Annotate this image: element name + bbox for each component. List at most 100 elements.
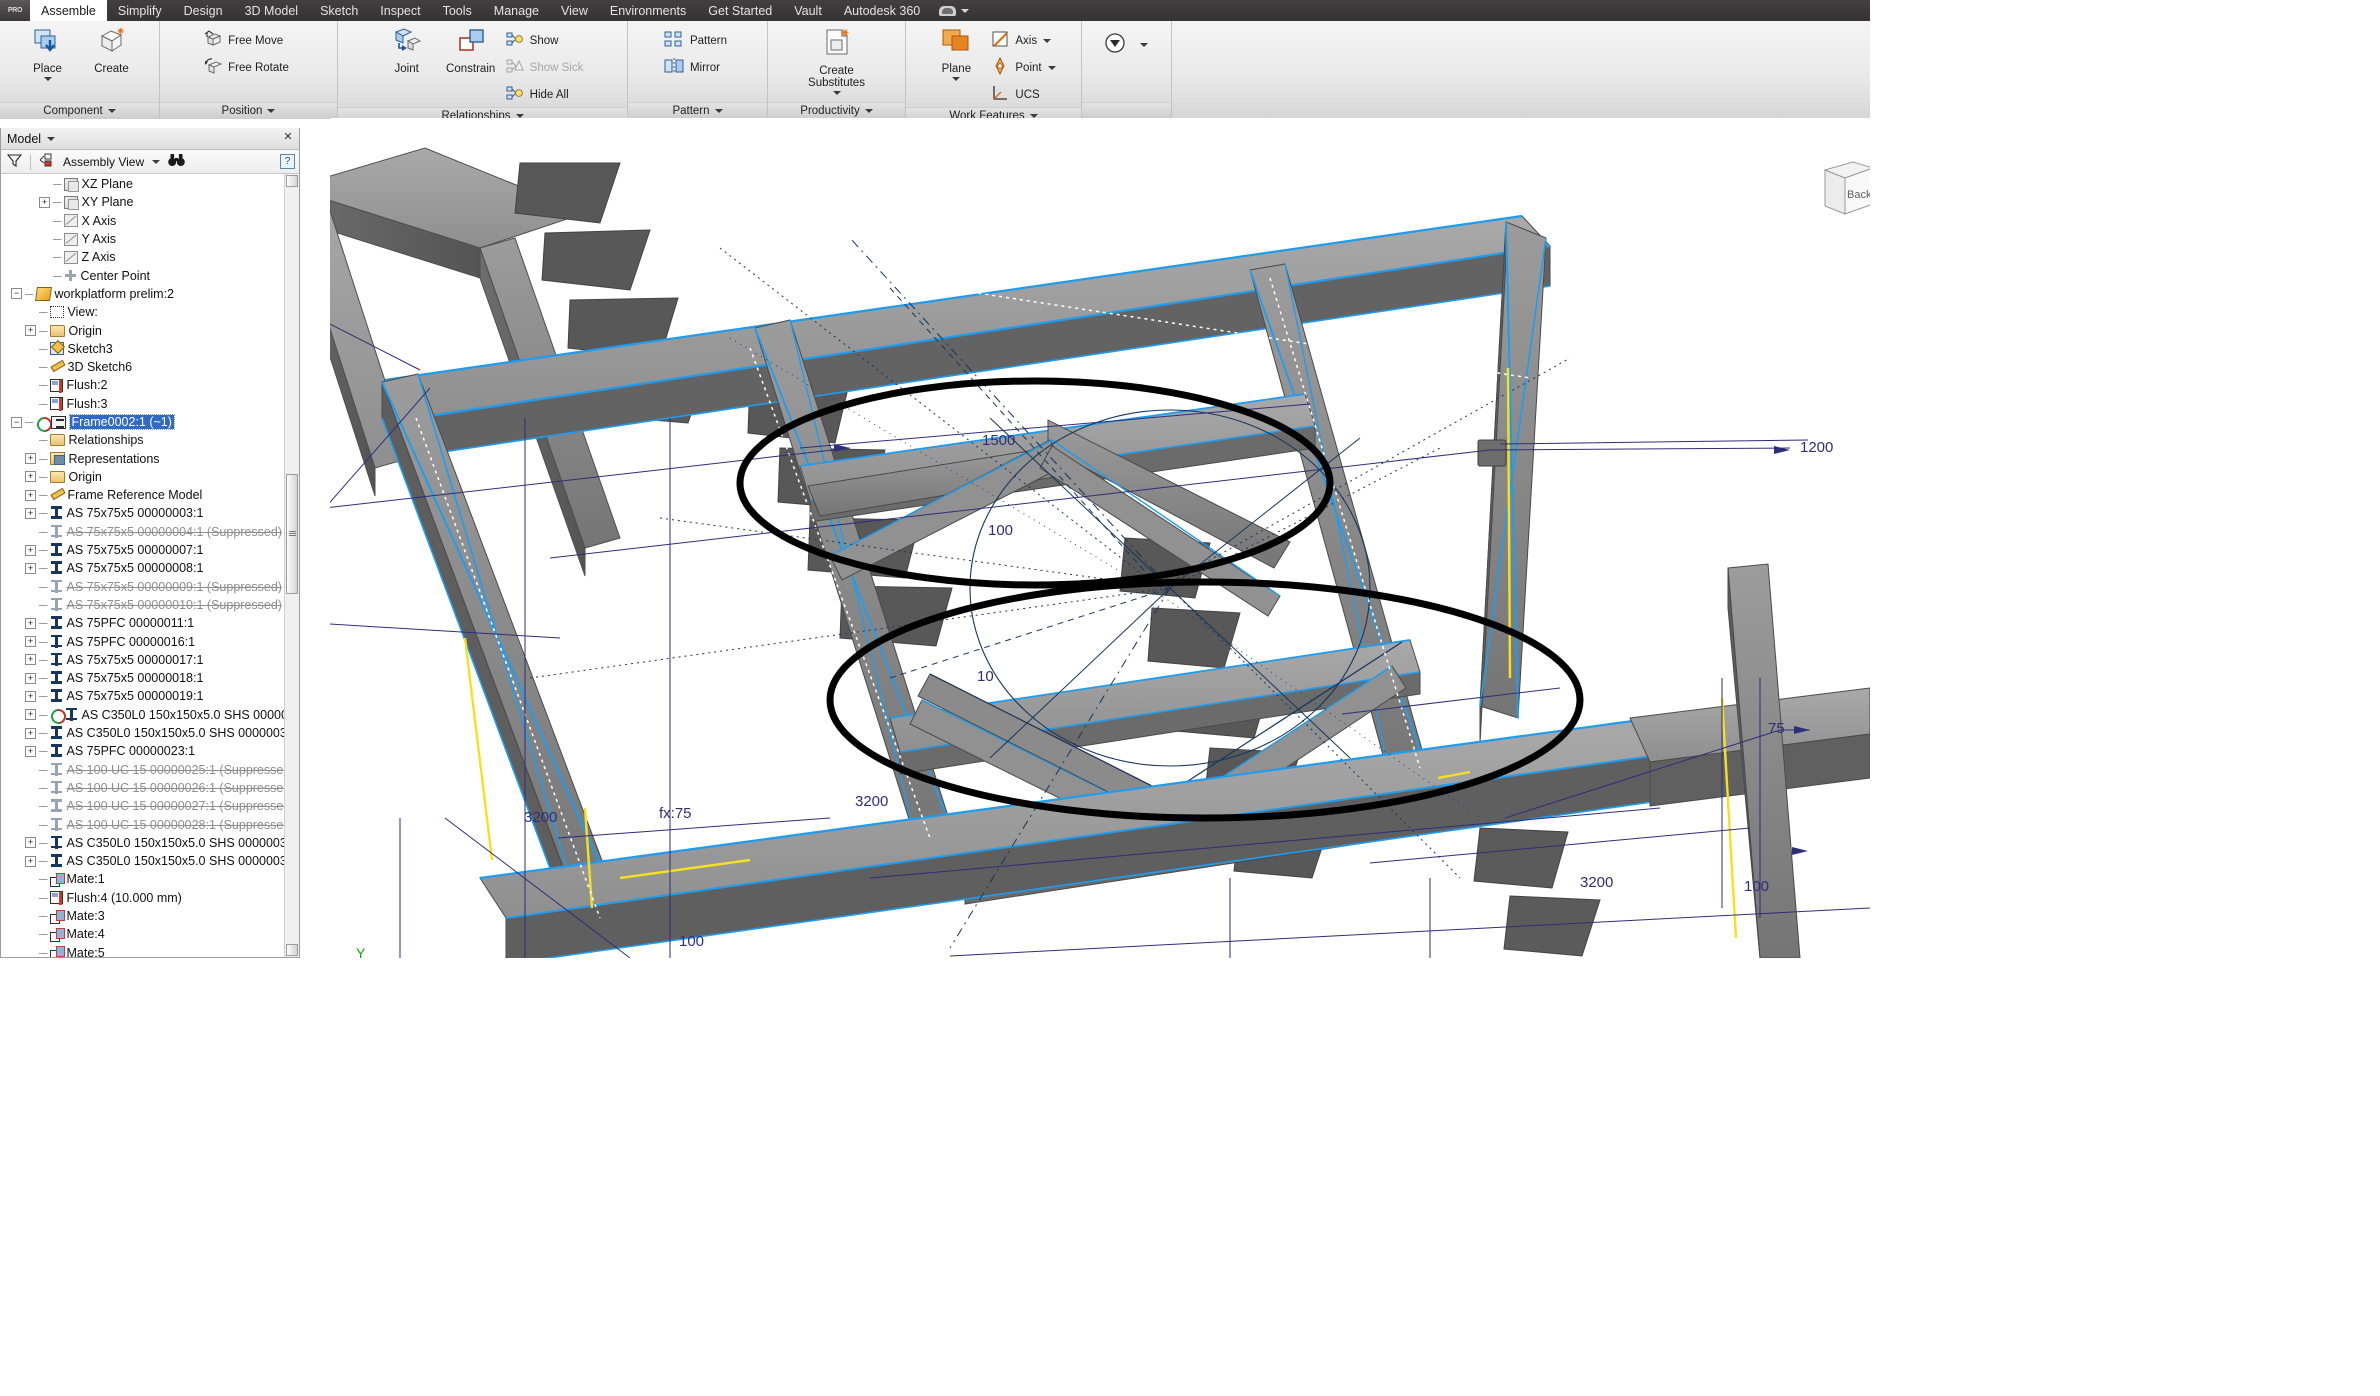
tree-item[interactable]: ─ Y Axis [1,230,299,248]
tree-item[interactable]: ─ Mate:1 [1,870,299,888]
ribbon-button-ucs[interactable]: UCS [989,82,1061,107]
ribbon-button-free-move[interactable]: Free Move [202,28,295,53]
tree-expander-toggle[interactable]: − [11,288,22,300]
tree-item[interactable]: + ─ Representations [1,449,299,467]
dimension-label[interactable]: 10 [977,668,994,685]
tree-item[interactable]: ─ X Axis [1,212,299,230]
tree-item[interactable]: + ─ AS 75PFC 00000016:1 [1,632,299,650]
chevron-down-icon[interactable] [952,77,961,81]
chevron-down-icon[interactable] [864,109,873,113]
chevron-down-icon[interactable] [1043,38,1052,43]
tree-scrollbar[interactable] [284,174,299,957]
tree-item[interactable]: ─ 3D Sketch6 [1,358,299,376]
tree-expander-toggle[interactable]: + [25,727,36,739]
scroll-down-arrow[interactable] [286,944,298,956]
tree-item[interactable]: + ─ AS 75PFC 00000023:1 [1,742,299,760]
tree-item[interactable]: ─ AS 75x75x5 00000010:1 (Suppressed) [1,596,299,614]
browser-view-mode-label[interactable]: Assembly View [63,155,144,169]
dimension-label[interactable]: 100 [679,933,704,950]
menu-tab-view[interactable]: View [550,0,599,21]
tree-item[interactable]: + ─ AS 75x75x5 00000003:1 [1,504,299,522]
scroll-up-arrow[interactable] [286,175,298,187]
tree-item[interactable]: + ─ AS 75PFC 00000011:1 [1,614,299,632]
ribbon-button-create[interactable]: ✷ Create Substitutes [806,24,868,95]
tree-item[interactable]: + ─ AS 75x75x5 00000007:1 [1,541,299,559]
ribbon-button-joint[interactable]: Joint [376,24,438,75]
ribbon-button-pattern[interactable]: Pattern [662,28,733,53]
tree-item[interactable]: ─ XZ Plane [1,175,299,193]
ribbon-button-show[interactable]: Show [504,28,590,53]
tree-expander-toggle[interactable]: + [25,654,36,666]
ribbon-button-free-rotate[interactable]: Free Rotate [202,55,295,80]
dimension-label[interactable]: 100 [988,522,1013,539]
tree-item[interactable]: + ─ AS 75x75x5 00000008:1 [1,559,299,577]
dimension-label[interactable]: 1500 [982,432,1015,449]
tree-item[interactable]: + ─ AS C350L0 150x150x5.0 SHS 00000030:1 [1,724,299,742]
tree-expander-toggle[interactable]: + [25,325,36,337]
graphics-viewport[interactable]: 1200 75 3200 3200 fx:75 100 100 3200 100 1500 10 Y… [330,118,1870,958]
tree-item[interactable]: ─ Flush:4 (10.000 mm) [1,889,299,907]
ribbon-button-show-sick[interactable]: Show Sick [504,55,590,80]
tree-item[interactable]: + ─ AS 75x75x5 00000017:1 [1,651,299,669]
tree-item[interactable]: + ─ AS 75x75x5 00000019:1 [1,687,299,705]
tree-item[interactable]: ─ AS 100 UC 15 00000026:1 (Suppressed) [1,779,299,797]
tree-item[interactable]: ─ AS 100 UC 15 00000028:1 (Suppressed) [1,815,299,833]
tree-expander-toggle[interactable]: + [25,837,36,849]
dimension-label[interactable]: fx:75 [659,805,692,822]
tree-item[interactable]: + ─ AS C350L0 150x150x5.0 SHS 00000029:1 [1,706,299,724]
tree-item[interactable]: + ─ Origin [1,321,299,339]
chevron-down-icon[interactable] [267,109,276,113]
menu-tab-manage[interactable]: Manage [483,0,550,21]
ribbon-button-create[interactable]: ✷ Create [81,24,143,75]
tree-expander-toggle[interactable]: + [25,489,36,501]
tree-item[interactable]: ─ Mate:4 [1,925,299,943]
dimension-label[interactable]: 75 [1768,720,1785,737]
menu-tab-autodesk-360[interactable]: Autodesk 360 [833,0,931,21]
ribbon-button-place[interactable]: Place [17,24,79,81]
view-cube[interactable]: Back [1819,156,1870,222]
tree-item[interactable]: + ─ AS C350L0 150x150x5.0 SHS 00000031:1 [1,834,299,852]
tree-expander-toggle[interactable]: + [25,562,36,574]
dimension-label[interactable]: 3200 [1580,874,1613,891]
tree-item[interactable]: ─ Sketch3 [1,340,299,358]
menu-tab-assemble[interactable]: Assemble [30,0,107,21]
menu-tab-get-started[interactable]: Get Started [697,0,783,21]
tree-item[interactable]: + ─ AS 75x75x5 00000018:1 [1,669,299,687]
tree-expander-toggle[interactable]: + [25,672,36,684]
close-icon[interactable]: ✕ [281,131,295,145]
ribbon-button-bom-dropdown[interactable] [1100,28,1154,61]
menu-tab-3d-model[interactable]: 3D Model [234,0,310,21]
tree-item[interactable]: ─ AS 100 UC 15 00000027:1 (Suppressed) [1,797,299,815]
tree-expander-toggle[interactable]: + [25,453,36,465]
tree-item[interactable]: ─ AS 100 UC 15 00000025:1 (Suppressed) [1,761,299,779]
app-logo[interactable]: PRO [0,0,30,21]
menu-overflow-button[interactable] [931,0,977,21]
chevron-down-icon[interactable] [832,91,841,95]
tree-item[interactable]: + ─ Origin [1,468,299,486]
binoculars-icon[interactable] [168,153,185,170]
tree-expander-toggle[interactable]: − [11,416,22,428]
tree-expander-toggle[interactable]: + [25,709,36,721]
ribbon-button-point[interactable]: Point [989,55,1061,80]
tree-item[interactable]: ─ Mate:3 [1,907,299,925]
tree-item[interactable]: ─ Flush:3 [1,395,299,413]
tree-item[interactable]: + ─ Frame Reference Model [1,486,299,504]
help-icon[interactable]: ? [280,154,295,169]
tree-item[interactable]: + ─ XY Plane [1,193,299,211]
filter-icon[interactable] [6,153,23,171]
tree-expander-toggle[interactable]: + [25,507,36,519]
menu-tab-simplify[interactable]: Simplify [107,0,173,21]
dimension-label[interactable]: 3200 [855,793,888,810]
menu-tab-sketch[interactable]: Sketch [309,0,369,21]
chevron-down-icon[interactable] [152,159,161,164]
tree-item[interactable]: ─ Relationships [1,431,299,449]
tree-item[interactable]: − ─ Frame0002:1 (~1) [1,413,299,431]
tree-expander-toggle[interactable]: + [25,471,36,483]
menu-tab-inspect[interactable]: Inspect [369,0,431,21]
tree-expander-toggle[interactable]: + [25,690,36,702]
tree-expander-toggle[interactable]: + [25,636,36,648]
chevron-down-icon[interactable] [47,136,56,141]
menu-tab-tools[interactable]: Tools [432,0,483,21]
model-tree[interactable]: ─ XZ Plane + ─ XY Plane ─ X Axis ─ Y Axis ─ Z Axis… [1,174,299,957]
menu-tab-vault[interactable]: Vault [783,0,833,21]
